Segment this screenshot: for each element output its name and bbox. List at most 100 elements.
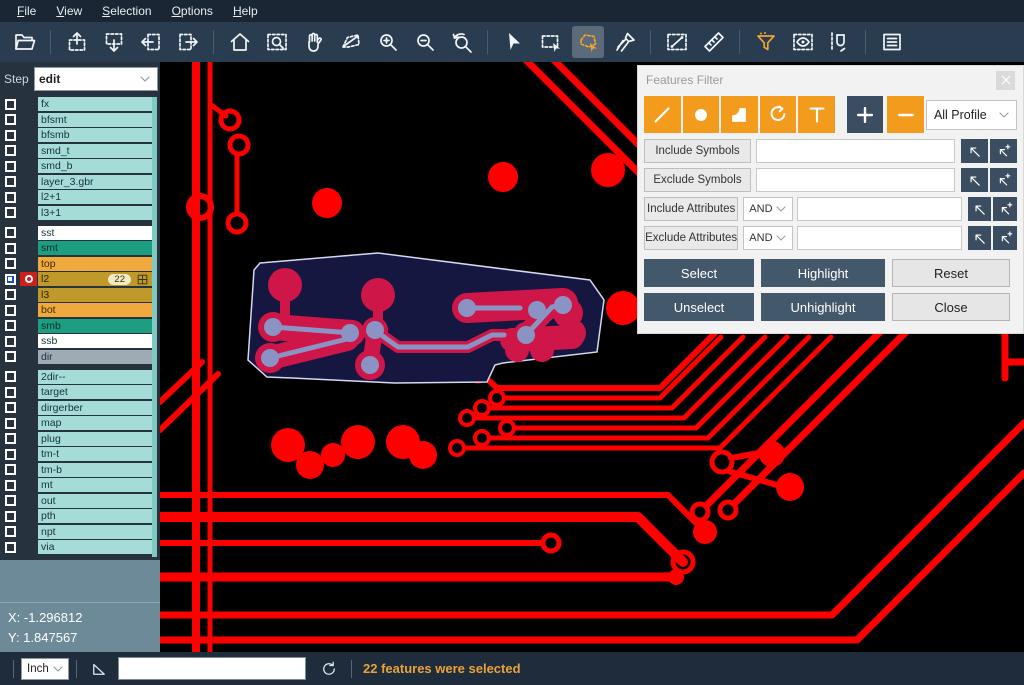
profile-select[interactable]: All Profile: [926, 100, 1017, 130]
layer-checkbox-dir[interactable]: [5, 351, 16, 362]
layer-indicator-slot[interactable]: [20, 190, 37, 204]
refresh-icon[interactable]: [320, 660, 338, 678]
filter-surfaces-button[interactable]: [721, 96, 758, 133]
menu-item-options[interactable]: Options: [163, 2, 222, 20]
features-filter-button[interactable]: [750, 26, 782, 58]
layer-row-target[interactable]: target: [0, 385, 152, 399]
layer-checkbox-mt[interactable]: [5, 480, 16, 491]
menu-item-view[interactable]: View: [47, 2, 91, 20]
layer-name-npt[interactable]: npt: [38, 525, 152, 539]
clean-button[interactable]: [609, 26, 641, 58]
layer-checkbox-pth[interactable]: [5, 511, 16, 522]
layer-row-l2+1[interactable]: l2+1: [0, 190, 152, 204]
layer-indicator-slot[interactable]: [20, 241, 37, 255]
layer-name-top[interactable]: top: [38, 257, 152, 271]
layer-indicator-slot[interactable]: [20, 432, 37, 446]
layer-checkbox-via[interactable]: [5, 542, 16, 553]
layer-name-smd_b[interactable]: smd_b: [38, 159, 152, 173]
step-left-button[interactable]: [135, 26, 167, 58]
layer-row-top[interactable]: top: [0, 257, 152, 271]
layer-indicator-slot[interactable]: [20, 416, 37, 430]
layer-checkbox-bfsmb[interactable]: [5, 130, 16, 141]
include-attributes-input[interactable]: [797, 197, 962, 221]
layer-checkbox-target[interactable]: [5, 387, 16, 398]
step-select[interactable]: edit: [34, 67, 158, 91]
layer-name-l3+1[interactable]: l3+1: [38, 206, 152, 220]
menu-item-selection[interactable]: Selection: [93, 2, 160, 20]
layer-indicator-slot[interactable]: [20, 478, 37, 492]
zoom-out-button[interactable]: [409, 26, 441, 58]
layer-row-bfsmb[interactable]: bfsmb: [0, 128, 152, 142]
pan-button[interactable]: [298, 26, 330, 58]
layer-indicator-slot[interactable]: [20, 144, 37, 158]
layer-indicator-slot[interactable]: [20, 447, 37, 461]
filter-pads-button[interactable]: [683, 96, 720, 133]
pick-from-canvas-button[interactable]: [961, 139, 988, 163]
layer-row-2dir--[interactable]: 2dir--: [0, 370, 152, 384]
pick-from-canvas-button[interactable]: [968, 197, 992, 221]
layer-indicator-slot[interactable]: [20, 303, 37, 317]
close-button[interactable]: Close: [892, 293, 1010, 321]
corner-angle-icon[interactable]: [90, 660, 108, 678]
layer-row-sst[interactable]: sst: [0, 226, 152, 240]
layer-row-tm-b[interactable]: tm-b: [0, 463, 152, 477]
layer-name-smt[interactable]: smt: [38, 241, 152, 255]
layer-checkbox-l3[interactable]: [5, 289, 16, 300]
menu-item-file[interactable]: File: [8, 2, 45, 20]
layer-checkbox-smd_b[interactable]: [5, 161, 16, 172]
layer-indicator-slot[interactable]: [20, 257, 37, 271]
pick-add-from-canvas-button[interactable]: [990, 168, 1017, 192]
add-filter-button[interactable]: [847, 96, 884, 133]
layer-row-fx[interactable]: fx: [0, 97, 152, 111]
layer-checkbox-top[interactable]: [5, 258, 16, 269]
layer-indicator-slot[interactable]: [20, 463, 37, 477]
layer-checkbox-layer_3.gbr[interactable]: [5, 176, 16, 187]
pick-from-canvas-button[interactable]: [968, 226, 992, 250]
filter-texts-button[interactable]: [798, 96, 835, 133]
measure-button[interactable]: [661, 26, 693, 58]
snap-button[interactable]: [824, 26, 856, 58]
grid-icon[interactable]: [136, 273, 149, 286]
home-view-button[interactable]: [224, 26, 256, 58]
operator-select[interactable]: AND: [743, 226, 792, 250]
layer-checkbox-smt[interactable]: [5, 243, 16, 254]
layer-row-via[interactable]: via: [0, 540, 152, 554]
layer-indicator-slot[interactable]: [20, 509, 37, 523]
layer-name-2dir--[interactable]: 2dir--: [38, 370, 152, 384]
zoom-previous-button[interactable]: [446, 26, 478, 58]
units-select[interactable]: Inch: [21, 658, 69, 680]
layer-indicator-slot[interactable]: [20, 97, 37, 111]
exclude-attributes-input[interactable]: [797, 226, 962, 250]
layer-checkbox-dirgerber[interactable]: [5, 402, 16, 413]
select-rectangle-button[interactable]: [535, 26, 567, 58]
layer-row-pth[interactable]: pth: [0, 509, 152, 523]
layer-indicator-slot[interactable]: [20, 350, 37, 364]
layer-name-fx[interactable]: fx: [38, 97, 152, 111]
layer-name-map[interactable]: map: [38, 416, 152, 430]
operator-select[interactable]: AND: [743, 197, 792, 221]
layer-name-sst[interactable]: sst: [38, 226, 152, 240]
layer-name-tm-t[interactable]: tm-t: [38, 447, 152, 461]
select-button[interactable]: Select: [644, 259, 754, 287]
layer-checkbox-l2+1[interactable]: [5, 192, 16, 203]
layer-name-tm-b[interactable]: tm-b: [38, 463, 152, 477]
unhighlight-button[interactable]: Unhighlight: [761, 293, 885, 321]
layer-row-mt[interactable]: mt: [0, 478, 152, 492]
step-right-button[interactable]: [172, 26, 204, 58]
layer-checkbox-sst[interactable]: [5, 227, 16, 238]
layer-indicator-slot[interactable]: [20, 206, 37, 220]
layer-name-l2+1[interactable]: l2+1: [38, 190, 152, 204]
zoom-window-button[interactable]: [261, 26, 293, 58]
layer-indicator-slot[interactable]: [20, 288, 37, 302]
layer-indicator-slot[interactable]: [20, 113, 37, 127]
layer-row-smd_t[interactable]: smd_t: [0, 144, 152, 158]
dialog-titlebar[interactable]: Features Filter: [638, 66, 1023, 94]
zoom-polygon-button[interactable]: [335, 26, 367, 58]
unselect-button[interactable]: Unselect: [644, 293, 754, 321]
layer-indicator-slot[interactable]: [20, 494, 37, 508]
layer-row-l3[interactable]: l3: [0, 288, 152, 302]
layer-row-tm-t[interactable]: tm-t: [0, 447, 152, 461]
layer-row-out[interactable]: out: [0, 494, 152, 508]
layer-row-smb[interactable]: smb: [0, 319, 152, 333]
layer-checkbox-2dir--[interactable]: [5, 371, 16, 382]
